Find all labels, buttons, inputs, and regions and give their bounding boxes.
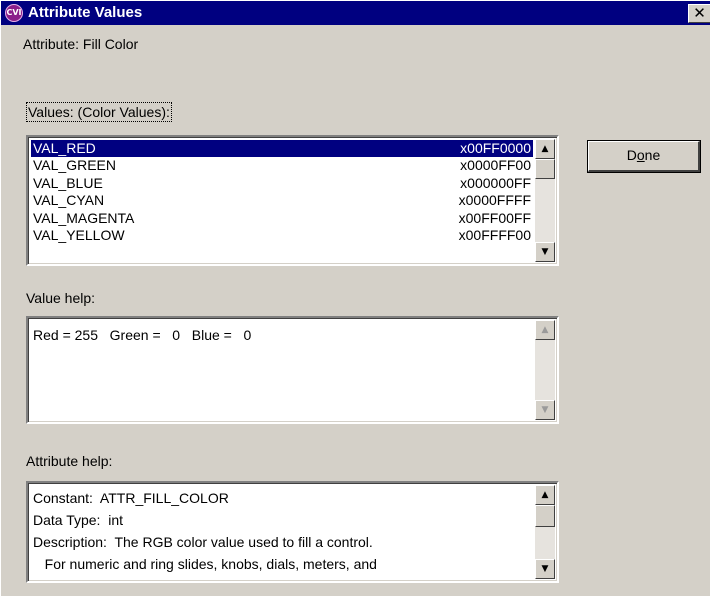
list-item[interactable]: VAL_GREEN x0000FF00 [31, 157, 533, 174]
value-help-textbox[interactable]: Red = 255 Green = 0 Blue = 0 ▲ ▼ [26, 316, 559, 424]
attribute-help-scrollbar[interactable]: ▲ ▼ [535, 485, 555, 579]
list-item-name: VAL_GREEN [33, 157, 116, 174]
value-help-scroll-down-button[interactable]: ▼ [535, 400, 555, 420]
done-label-suffix: ne [644, 147, 661, 163]
attribute-help-label: Attribute help: [26, 453, 113, 469]
values-list: VAL_RED x00FF0000 VAL_GREEN x0000FF00 VAL_BL… [31, 140, 533, 244]
done-label-prefix: D [626, 147, 637, 163]
value-help-scrollbar[interactable]: ▲ ▼ [535, 320, 555, 420]
values-scrollbar[interactable]: ▲ ▼ [535, 139, 555, 262]
done-button[interactable]: Done [588, 141, 700, 172]
arrow-up-icon: ▲ [541, 325, 549, 335]
attribute-help-textbox[interactable]: Constant: ATTR_FILL_COLOR Data Type: int D… [26, 481, 559, 583]
attribute-help-scroll-up-button[interactable]: ▲ [535, 485, 555, 505]
attribute-help-line: For numeric and ring slides, knobs, dial… [33, 556, 377, 572]
list-item-value: x00FFFF00 [458, 226, 531, 243]
list-item-value: x00FF00FF [458, 209, 531, 226]
arrow-down-icon: ▼ [541, 564, 549, 574]
attribute-help-text: Constant: ATTR_FILL_COLOR Data Type: int D… [33, 487, 531, 575]
list-item[interactable]: VAL_CYAN x0000FFFF [31, 192, 533, 209]
list-item-name: VAL_CYAN [33, 192, 105, 209]
scroll-thumb[interactable] [535, 159, 555, 179]
attribute-help-scroll-thumb[interactable] [535, 505, 555, 527]
arrow-down-icon: ▼ [541, 247, 549, 257]
window-title: Attribute Values [28, 4, 143, 21]
value-help-text: Red = 255 Green = 0 Blue = 0 [33, 327, 252, 343]
arrow-up-icon: ▲ [541, 144, 549, 154]
title-bar[interactable]: CVI Attribute Values ✕ [1, 1, 710, 25]
attribute-values-dialog: CVI Attribute Values ✕ Attribute: Fill C… [0, 0, 710, 596]
attribute-help-line: Description: The RGB color value used to… [33, 534, 373, 550]
cvi-app-icon: CVI [5, 4, 23, 22]
arrow-up-icon: ▲ [541, 490, 549, 500]
list-item[interactable]: VAL_MAGENTA x00FF00FF [31, 210, 533, 227]
attribute-help-scroll-down-button[interactable]: ▼ [535, 559, 555, 579]
attribute-label: Attribute: Fill Color [23, 36, 139, 52]
list-item-value: x000000FF [460, 174, 531, 191]
list-item-name: VAL_YELLOW [33, 226, 125, 243]
arrow-down-icon: ▼ [541, 405, 549, 415]
close-button[interactable]: ✕ [688, 4, 710, 23]
list-item-value: x0000FF00 [460, 157, 531, 174]
list-item-value: x00FF0000 [460, 140, 531, 156]
list-item[interactable]: VAL_BLUE x000000FF [31, 175, 533, 192]
attribute-help-line: Constant: ATTR_FILL_COLOR [33, 490, 229, 506]
list-item-name: VAL_BLUE [33, 174, 103, 191]
list-item-name: VAL_RED [33, 140, 96, 156]
list-item[interactable]: VAL_YELLOW x00FFFF00 [31, 227, 533, 244]
close-icon: ✕ [693, 4, 706, 22]
scroll-down-button[interactable]: ▼ [535, 242, 555, 262]
values-listbox[interactable]: VAL_RED x00FF0000 VAL_GREEN x0000FF00 VAL_BL… [26, 135, 559, 266]
scroll-up-button[interactable]: ▲ [535, 139, 555, 159]
values-label: Values: (Color Values): [26, 102, 172, 122]
value-help-scroll-up-button[interactable]: ▲ [535, 320, 555, 340]
list-item[interactable]: VAL_RED x00FF0000 [31, 140, 533, 158]
list-item-value: x0000FFFF [458, 192, 531, 209]
done-label-mnemonic: o [636, 147, 645, 163]
list-item-name: VAL_MAGENTA [33, 209, 135, 226]
attribute-help-line: Data Type: int [33, 512, 124, 528]
value-help-label: Value help: [26, 290, 96, 306]
